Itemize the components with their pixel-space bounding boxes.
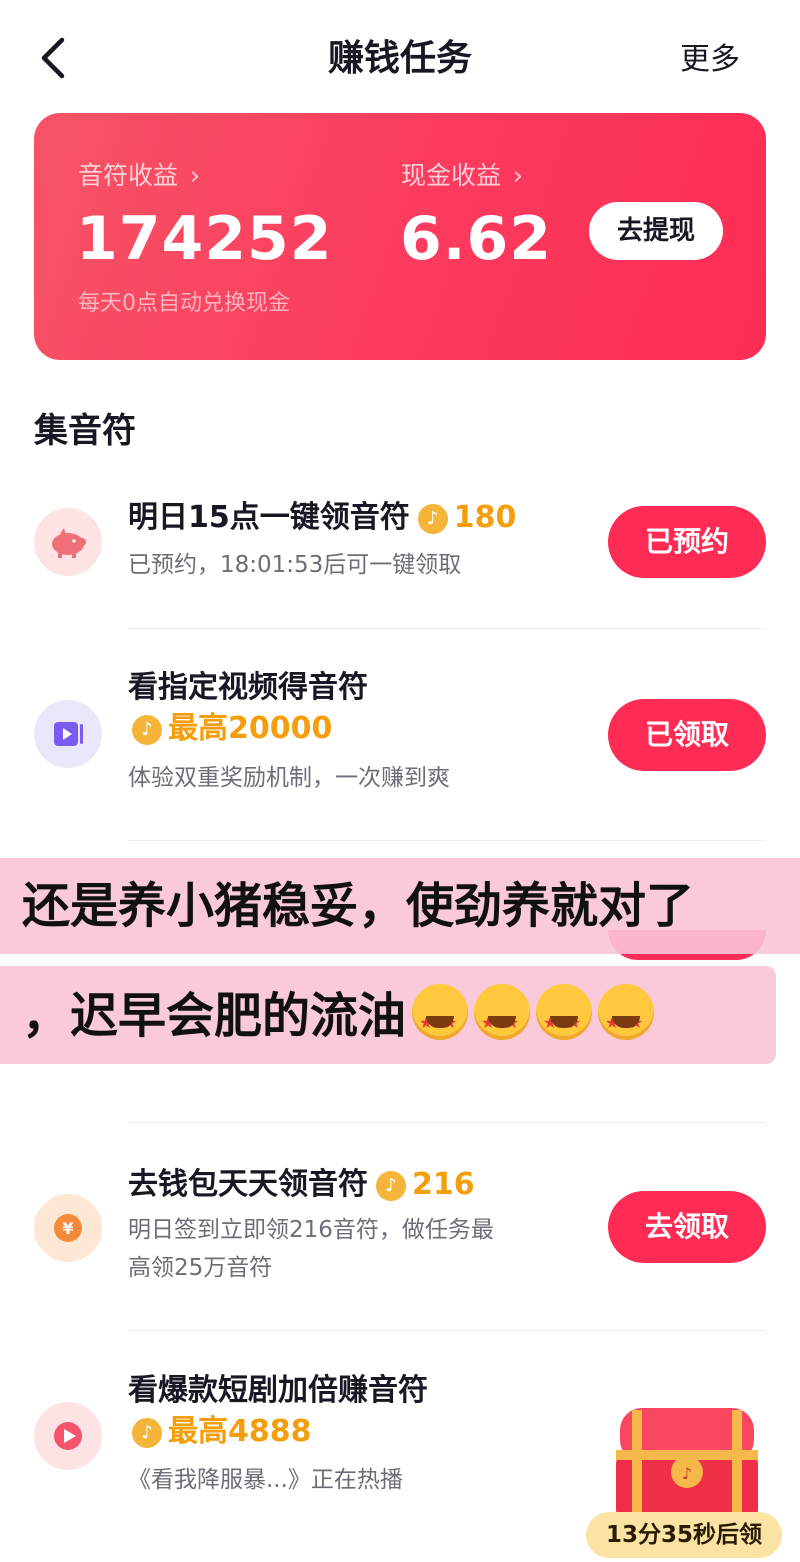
overlay-caption-line2: ，迟早会肥的流油 bbox=[22, 988, 407, 1044]
task-description: 明日签到立即领216音符，做任务最 bbox=[128, 1217, 494, 1243]
overlay-caption-band: ，迟早会肥的流油 bbox=[0, 966, 776, 1064]
music-note-coin-icon: ♪ bbox=[417, 504, 448, 534]
notes-earnings-value: 174252 bbox=[76, 204, 333, 274]
task-description: 《看我降服暴...》正在热播 bbox=[128, 1467, 403, 1493]
overlay-caption-band: 还是养小猪稳妥，使劲养就对了 bbox=[0, 858, 800, 954]
more-button[interactable]: 更多 bbox=[680, 40, 740, 80]
short-drama-play-icon bbox=[34, 1402, 102, 1470]
task-description: 体验双重奖励机制，一次赚到爽 bbox=[128, 765, 450, 791]
yen-coin-icon: ¥ bbox=[34, 1194, 102, 1262]
svg-text:♪: ♪ bbox=[682, 1464, 692, 1483]
piggy-bank-icon bbox=[34, 508, 102, 576]
notes-earnings-link[interactable]: 音符收益 › bbox=[78, 159, 200, 193]
star-struck-emoji-icon bbox=[474, 984, 531, 1053]
cash-earnings-label: 现金收益 bbox=[401, 161, 502, 190]
task-reward: 最高20000 bbox=[168, 711, 333, 746]
task-title: 明日15点一键领音符 ♪ 180 bbox=[128, 497, 516, 539]
task-title: 看爆款短剧加倍赚音符 bbox=[128, 1373, 428, 1408]
cash-earnings-value: 6.62 bbox=[400, 204, 553, 274]
music-note-coin-icon: ♪ bbox=[376, 1171, 406, 1201]
task-title-text: 去钱包天天领音符 bbox=[128, 1167, 368, 1202]
star-struck-emoji-icon bbox=[412, 984, 469, 1053]
task-title: 去钱包天天领音符 ♪ 216 bbox=[128, 1164, 475, 1206]
task-reward: 216 bbox=[412, 1167, 475, 1202]
music-note-coin-icon: ♪ bbox=[132, 1418, 162, 1448]
task-reward: 最高4888 bbox=[168, 1414, 312, 1449]
music-note-coin-icon: ♪ bbox=[132, 715, 162, 745]
overlay-caption-line2-row: ，迟早会肥的流油 bbox=[0, 966, 776, 1053]
star-struck-emoji-icon bbox=[536, 984, 593, 1053]
star-struck-emoji-icon bbox=[598, 984, 655, 1053]
task-title: 看指定视频得音符 bbox=[128, 670, 368, 705]
notes-earnings-label: 音符收益 bbox=[78, 161, 179, 190]
task-reward: 180 bbox=[453, 500, 517, 535]
earnings-card: 音符收益 › 174252 现金收益 › 6.62 去提现 每天0点自动兑换现金 bbox=[34, 113, 766, 360]
task-description: 高领25万音符 bbox=[128, 1255, 273, 1281]
divider bbox=[128, 1122, 766, 1123]
overlay-caption-line1: 还是养小猪稳妥，使劲养就对了 bbox=[22, 878, 695, 934]
chevron-right-icon: › bbox=[512, 161, 523, 190]
task-title-text: 明日15点一键领音符 bbox=[128, 500, 410, 535]
task-description: 已预约，18:01:53后可一键领取 bbox=[128, 552, 462, 578]
task-reward-row: ♪ 最高20000 bbox=[132, 708, 332, 750]
chevron-right-icon: › bbox=[189, 161, 200, 190]
divider bbox=[128, 1330, 766, 1331]
auto-exchange-note: 每天0点自动兑换现金 bbox=[78, 291, 290, 316]
svg-text:¥: ¥ bbox=[62, 1219, 73, 1238]
divider bbox=[128, 628, 766, 629]
task-reward-row: ♪ 最高4888 bbox=[132, 1411, 312, 1453]
claimed-button[interactable]: 已领取 bbox=[608, 699, 766, 771]
section-title: 集音符 bbox=[34, 411, 136, 451]
reserved-button[interactable]: 已预约 bbox=[608, 506, 766, 578]
divider bbox=[128, 840, 766, 841]
video-play-icon bbox=[34, 700, 102, 768]
countdown-timer-badge: 13分35秒后领 bbox=[586, 1512, 782, 1558]
cash-earnings-link[interactable]: 现金收益 › bbox=[401, 159, 523, 193]
withdraw-button[interactable]: 去提现 bbox=[589, 202, 723, 260]
claim-button[interactable]: 去领取 bbox=[608, 1191, 766, 1263]
